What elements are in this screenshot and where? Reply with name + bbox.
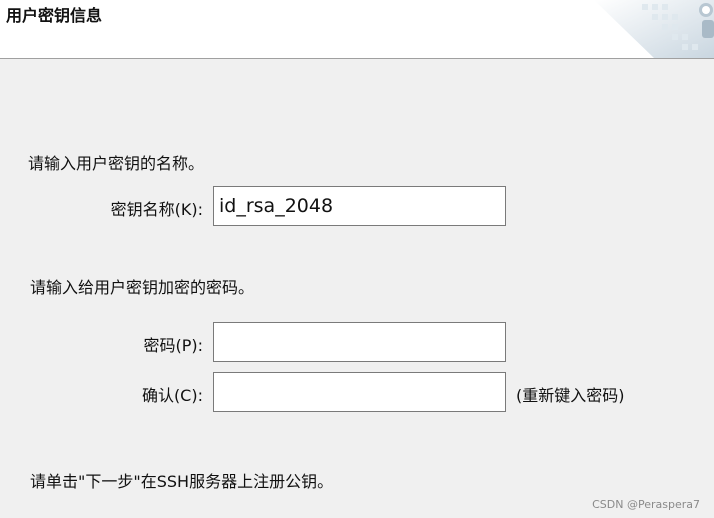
confirm-hint: (重新键入密码) <box>516 386 625 405</box>
confirm-password-input[interactable] <box>213 372 506 412</box>
key-name-instruction: 请输入用户密钥的名称。 <box>28 154 205 173</box>
wizard-header: 用户密钥信息 <box>0 0 714 59</box>
confirm-label: 确认(C): <box>141 386 203 405</box>
password-input[interactable] <box>213 322 506 362</box>
password-label: 密码(P): <box>143 336 203 355</box>
password-instruction: 请输入给用户密钥加密的密码。 <box>30 278 255 297</box>
header-decoration-graphic <box>594 0 714 58</box>
key-name-input[interactable] <box>213 186 506 226</box>
register-key-note: 请单击"下一步"在SSH服务器上注册公钥。 <box>30 472 334 491</box>
page-title: 用户密钥信息 <box>6 6 103 25</box>
key-name-label: 密钥名称(K): <box>110 200 203 219</box>
watermark: CSDN @Peraspera7 <box>592 498 700 511</box>
